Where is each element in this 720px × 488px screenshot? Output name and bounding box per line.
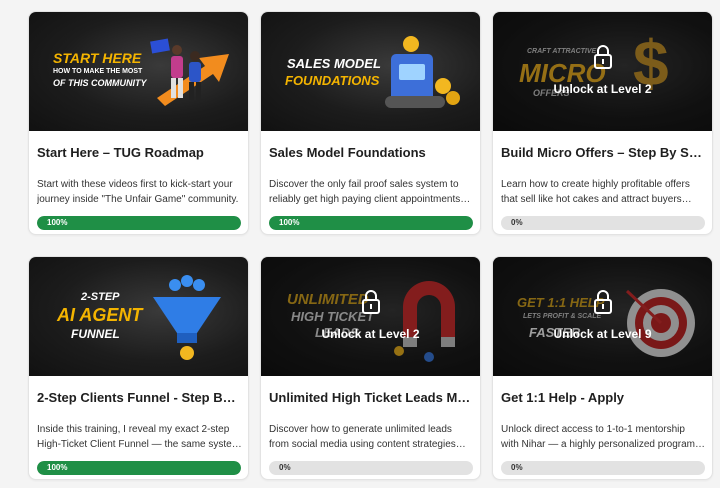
course-card-body: Sales Model Foundations Discover the onl… <box>261 131 480 234</box>
course-card-body: Unlimited High Ticket Leads Mac… Discove… <box>261 376 480 479</box>
course-title: Sales Model Foundations <box>269 145 426 160</box>
progress-fill <box>37 461 241 475</box>
course-card-micro-offers[interactable]: CRAFT ATTRACTIVE MICRO OFFERS $ Unlock a… <box>492 11 713 235</box>
progress-fill <box>37 216 241 230</box>
course-thumbnail: UNLIMITED HIGH TICKET LEADS Unlock at Le… <box>261 257 480 376</box>
unlock-level-label: Unlock at Level 2 <box>553 82 652 96</box>
course-card-body: 2-Step Clients Funnel - Step By St… Insi… <box>29 376 248 479</box>
people-arrow-illustration <box>150 38 229 106</box>
course-card-body: Start Here – TUG Roadmap Start with thes… <box>29 131 248 234</box>
course-title: 2-Step Clients Funnel - Step By St… <box>37 390 242 405</box>
unlock-level-label: Unlock at Level 2 <box>321 327 420 341</box>
thumb-subheading: 2-STEP <box>81 291 120 303</box>
course-grid: START HERE HOW TO MAKE THE MOST OF THIS … <box>28 11 720 481</box>
course-thumbnail: CRAFT ATTRACTIVE MICRO OFFERS $ Unlock a… <box>493 12 712 131</box>
course-description-line: reliably get high paying client appointm… <box>269 194 471 205</box>
course-description-line: Unlock direct access to 1-to-1 mentorshi… <box>501 424 685 435</box>
course-description-line: with Nihar — a highly personalized progr… <box>501 439 705 450</box>
course-description-line: journey inside "The Unfair Game" communi… <box>37 194 239 205</box>
course-description: Start with these videos first to kick-st… <box>37 177 242 207</box>
course-card-one-on-one-help[interactable]: GET 1:1 HELP LETS PROFIT & SCALE FASTER … <box>492 256 713 480</box>
course-card-body: Build Micro Offers – Step By Step … Lear… <box>493 131 712 234</box>
funnel-illustration <box>153 275 221 360</box>
progress-label: 0% <box>511 463 523 472</box>
course-title: Start Here – TUG Roadmap <box>37 145 204 160</box>
course-thumbnail: GET 1:1 HELP LETS PROFIT & SCALE FASTER … <box>493 257 712 376</box>
progress-bar: 100% <box>37 216 241 230</box>
progress-bar: 0% <box>501 216 705 230</box>
locked-overlay: Unlock at Level 2 <box>261 257 480 376</box>
course-thumbnail: 2-STEP AI AGENT FUNNEL <box>29 257 248 376</box>
course-title: Unlimited High Ticket Leads Mac… <box>269 390 474 405</box>
lock-icon <box>594 45 612 69</box>
course-card-clients-funnel[interactable]: 2-STEP AI AGENT FUNNEL 2-Step Clients Fu… <box>28 256 249 480</box>
course-description-line: that sell like hot cakes and attract buy… <box>501 194 692 205</box>
course-description-line: Learn how to create highly profitable of… <box>501 179 690 190</box>
progress-fill <box>269 216 473 230</box>
course-card-body: Get 1:1 Help - Apply Unlock direct acces… <box>493 376 712 479</box>
progress-bar: 100% <box>37 461 241 475</box>
thumb-heading: FUNNEL <box>71 327 120 341</box>
course-description-line: from social media using content strategi… <box>269 439 466 450</box>
course-description-line: Discover the only fail proof sales syste… <box>269 179 459 190</box>
course-description-line: High-Ticket Client Funnel — the same sys… <box>37 439 242 450</box>
course-thumbnail: SALES MODEL FOUNDATIONS <box>261 12 480 131</box>
course-description-line: Discover how to generate unlimited leads <box>269 424 452 435</box>
course-description: Inside this training, I reveal my exact … <box>37 422 242 452</box>
lock-icon <box>594 290 612 314</box>
course-description: Discover how to generate unlimited leads… <box>269 422 474 452</box>
course-description: Unlock direct access to 1-to-1 mentorshi… <box>501 422 706 452</box>
thumb-heading: AI AGENT <box>57 305 143 325</box>
progress-bar: 0% <box>501 461 705 475</box>
course-description: Learn how to create highly profitable of… <box>501 177 706 207</box>
locked-overlay: Unlock at Level 2 <box>493 12 712 131</box>
unlock-level-label: Unlock at Level 9 <box>553 327 652 341</box>
progress-label: 0% <box>511 218 523 227</box>
course-title: Get 1:1 Help - Apply <box>501 390 625 405</box>
course-card-sales-model[interactable]: SALES MODEL FOUNDATIONS Sales Model Foun… <box>260 11 481 235</box>
thumb-heading: SALES MODEL <box>287 56 381 71</box>
course-description-line: Start with these videos first to kick-st… <box>37 179 233 190</box>
course-description-line: Inside this training, I reveal my exact … <box>37 424 230 435</box>
progress-label: 100% <box>47 218 68 227</box>
course-description: Discover the only fail proof sales syste… <box>269 177 474 207</box>
progress-bar: 100% <box>269 216 473 230</box>
course-thumbnail: START HERE HOW TO MAKE THE MOST OF THIS … <box>29 12 248 131</box>
progress-label: 100% <box>47 463 68 472</box>
lock-icon <box>362 290 380 314</box>
thumb-heading: FOUNDATIONS <box>285 73 380 88</box>
course-title: Build Micro Offers – Step By Step … <box>501 145 706 160</box>
progress-label: 100% <box>279 218 300 227</box>
machine-coins-illustration <box>385 36 460 108</box>
thumb-heading: START HERE <box>53 50 142 66</box>
progress-bar: 0% <box>269 461 473 475</box>
locked-overlay: Unlock at Level 9 <box>493 257 712 376</box>
progress-label: 0% <box>279 463 291 472</box>
course-card-start-here[interactable]: START HERE HOW TO MAKE THE MOST OF THIS … <box>28 11 249 235</box>
course-card-high-ticket-leads[interactable]: UNLIMITED HIGH TICKET LEADS Unlock at Le… <box>260 256 481 480</box>
thumb-subheading: OF THIS COMMUNITY <box>53 78 147 88</box>
thumb-subheading: HOW TO MAKE THE MOST <box>53 68 143 75</box>
